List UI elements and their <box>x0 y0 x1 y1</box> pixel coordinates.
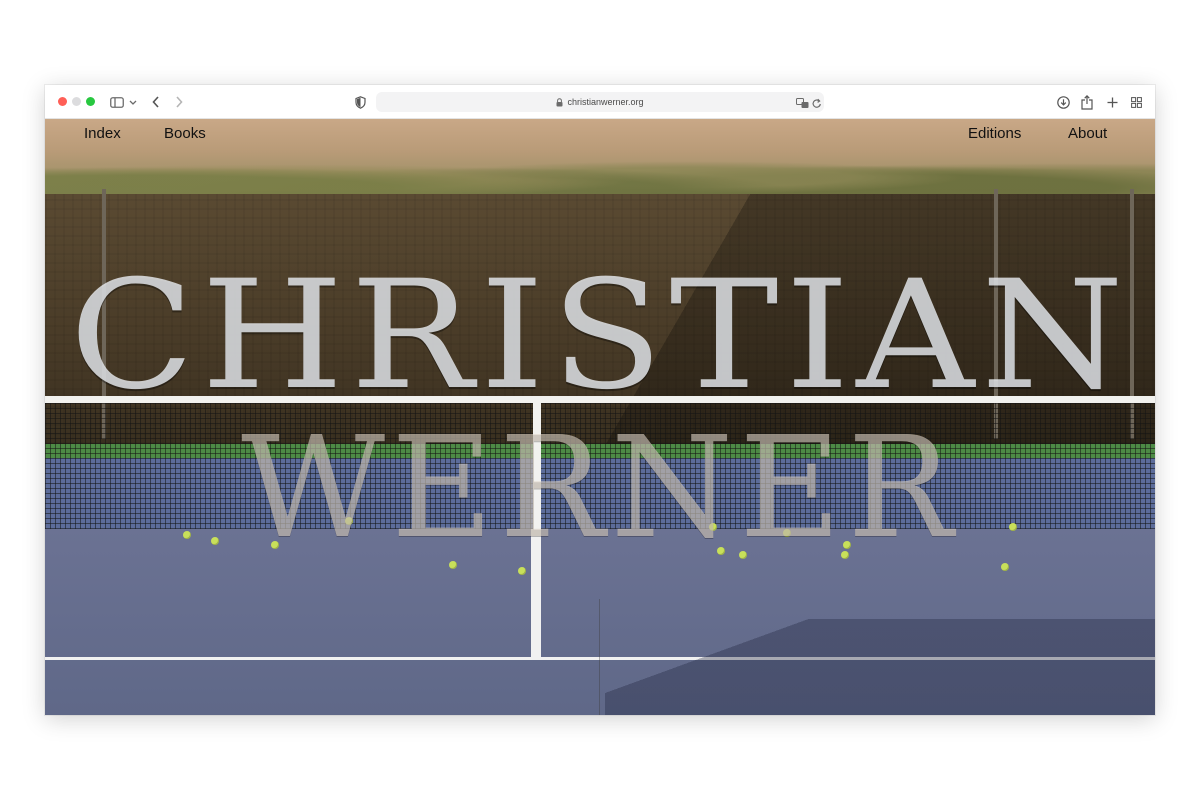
back-icon[interactable] <box>150 93 162 111</box>
nav-editions-link[interactable]: Editions <box>968 125 1021 142</box>
browser-toolbar: christianwerner.org <box>45 85 1155 119</box>
close-window-button[interactable] <box>58 97 67 106</box>
lock-icon <box>556 97 563 107</box>
nav-about-link[interactable]: About <box>1068 125 1107 142</box>
share-icon[interactable] <box>1080 93 1094 111</box>
hero-section: CHRISTIAN WERNER Index Books Editions Ab… <box>45 119 1155 715</box>
hero-last-name: WERNER <box>241 407 959 570</box>
address-bar[interactable]: christianwerner.org <box>376 92 824 112</box>
hero-first-name: CHRISTIAN <box>69 249 1131 423</box>
translate-icon[interactable] <box>796 96 809 114</box>
sidebar-toggle-icon[interactable] <box>109 93 125 111</box>
browser-window: christianwerner.org CHRISTIAN WERNER Ind… <box>45 85 1155 715</box>
chevron-down-icon[interactable] <box>128 93 138 111</box>
address-url: christianwerner.org <box>567 97 644 107</box>
privacy-shield-icon[interactable] <box>353 93 367 111</box>
nav-index-link[interactable]: Index <box>84 125 121 142</box>
nav-books-link[interactable]: Books <box>164 125 206 142</box>
reload-icon[interactable] <box>812 96 822 114</box>
downloads-icon[interactable] <box>1056 93 1070 111</box>
zoom-window-button[interactable] <box>86 97 95 106</box>
new-tab-icon[interactable] <box>1105 93 1119 111</box>
tab-overview-icon[interactable] <box>1129 93 1143 111</box>
forward-icon[interactable] <box>173 93 185 111</box>
minimize-window-button[interactable] <box>72 97 81 106</box>
